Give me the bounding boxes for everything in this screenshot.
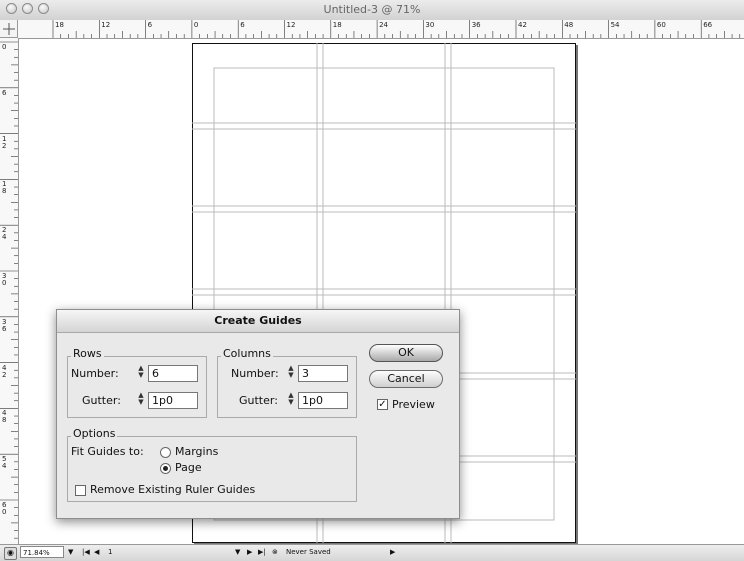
rows-gutter-label: Gutter: [82, 394, 121, 407]
preview-checkbox[interactable]: ✓ [377, 399, 388, 410]
ruler-label: 6 [2, 88, 7, 97]
ruler-label: 4 2 [2, 363, 7, 379]
preview-label[interactable]: Preview [392, 398, 435, 411]
status-menu-icon[interactable]: ▶ [390, 548, 395, 556]
ruler-label: 12 [101, 21, 111, 29]
ruler-label: 42 [518, 21, 527, 29]
ruler-label: 0 [2, 43, 7, 51]
rows-label: Rows [71, 347, 104, 360]
save-status: Never Saved [286, 548, 331, 556]
ruler-label: 18 [55, 21, 64, 29]
ruler-label: 5 4 [2, 455, 7, 471]
remove-guides-checkbox[interactable] [75, 485, 86, 496]
dialog-title: Create Guides [57, 310, 459, 333]
preview-mode-icon[interactable]: ◉ [4, 547, 17, 560]
page-radio-label[interactable]: Page [175, 461, 202, 474]
ruler-label: 6 [147, 21, 153, 29]
margins-radio-label[interactable]: Margins [175, 445, 218, 458]
columns-number-label: Number: [231, 367, 279, 380]
ruler-label: 66 [703, 21, 713, 29]
cancel-button[interactable]: Cancel [369, 370, 443, 388]
margins-radio[interactable] [160, 447, 171, 458]
window-title: Untitled-3 @ 71% [323, 3, 421, 16]
rows-gutter-input[interactable]: 1p0 [148, 392, 198, 409]
horizontal-ruler[interactable]: 18126061218243036424854606672 [18, 20, 744, 39]
ruler-label: 6 [240, 21, 245, 29]
status-bar: ◉ 71.84% ▼ |◀ ◀ 1 ▼ ▶ ▶| ⊗ Never Saved ▶ [0, 544, 744, 561]
ruler-label: 2 4 [2, 226, 7, 242]
ruler-label: 48 [564, 21, 574, 29]
columns-gutter-label: Gutter: [239, 394, 278, 407]
title-bar: Untitled-3 @ 71% [0, 0, 744, 21]
ruler-label: 3 0 [2, 272, 7, 287]
last-page-icon[interactable]: ▶| [258, 548, 266, 556]
zoom-dropdown-icon[interactable]: ▼ [68, 548, 73, 556]
rows-number-stepper[interactable]: ▲ ▼ [136, 365, 146, 380]
ruler-label: 1 2 [2, 134, 7, 150]
ruler-label: 18 [332, 21, 342, 29]
columns-number-stepper[interactable]: ▲ ▼ [286, 365, 296, 380]
ruler-label: 36 [471, 21, 481, 29]
ruler-label: 30 [425, 21, 435, 29]
ruler-label: 1 8 [2, 180, 7, 196]
next-page-icon[interactable]: ▶ [247, 548, 252, 556]
rows-number-label: Number: [71, 367, 119, 380]
first-page-icon[interactable]: |◀ [82, 548, 90, 556]
create-guides-dialog: Create Guides Rows Number: ▲ ▼ 6 Gutter: … [56, 309, 460, 519]
rows-number-input[interactable]: 6 [148, 365, 198, 382]
vertical-ruler[interactable]: 061 21 82 43 03 64 24 85 46 06 [0, 38, 19, 544]
columns-label: Columns [221, 347, 273, 360]
fit-guides-label: Fit Guides to: [71, 445, 144, 458]
ruler-label: 6 0 [2, 501, 7, 516]
page-number-field[interactable]: 1 [108, 548, 112, 556]
ruler-label: 12 [286, 21, 296, 29]
page-radio[interactable] [160, 463, 171, 474]
ruler-origin[interactable] [0, 20, 18, 38]
columns-number-input[interactable]: 3 [298, 365, 348, 382]
ruler-label: 54 [610, 21, 620, 29]
rows-gutter-stepper[interactable]: ▲ ▼ [136, 392, 146, 407]
ruler-label: 4 8 [2, 409, 7, 425]
ok-button[interactable]: OK [369, 344, 443, 362]
columns-gutter-input[interactable]: 1p0 [298, 392, 348, 409]
options-label: Options [71, 427, 118, 440]
version-cue-icon: ⊗ [272, 548, 278, 556]
ruler-label: 3 6 [2, 317, 7, 333]
page-dropdown-icon[interactable]: ▼ [235, 548, 240, 556]
crosshair-icon [3, 23, 15, 35]
remove-guides-label[interactable]: Remove Existing Ruler Guides [90, 483, 255, 496]
document-window: Untitled-3 @ 71% 18 12 6 0 6 12 18 24 30 36 42 48 54… [0, 0, 744, 561]
ruler-label: 24 [379, 21, 389, 29]
ruler-label: 60 [656, 21, 666, 29]
columns-gutter-stepper[interactable]: ▲ ▼ [286, 392, 296, 407]
zoom-field[interactable]: 71.84% [20, 546, 64, 558]
ruler-label: 0 [193, 21, 199, 29]
previous-page-icon[interactable]: ◀ [94, 548, 99, 556]
